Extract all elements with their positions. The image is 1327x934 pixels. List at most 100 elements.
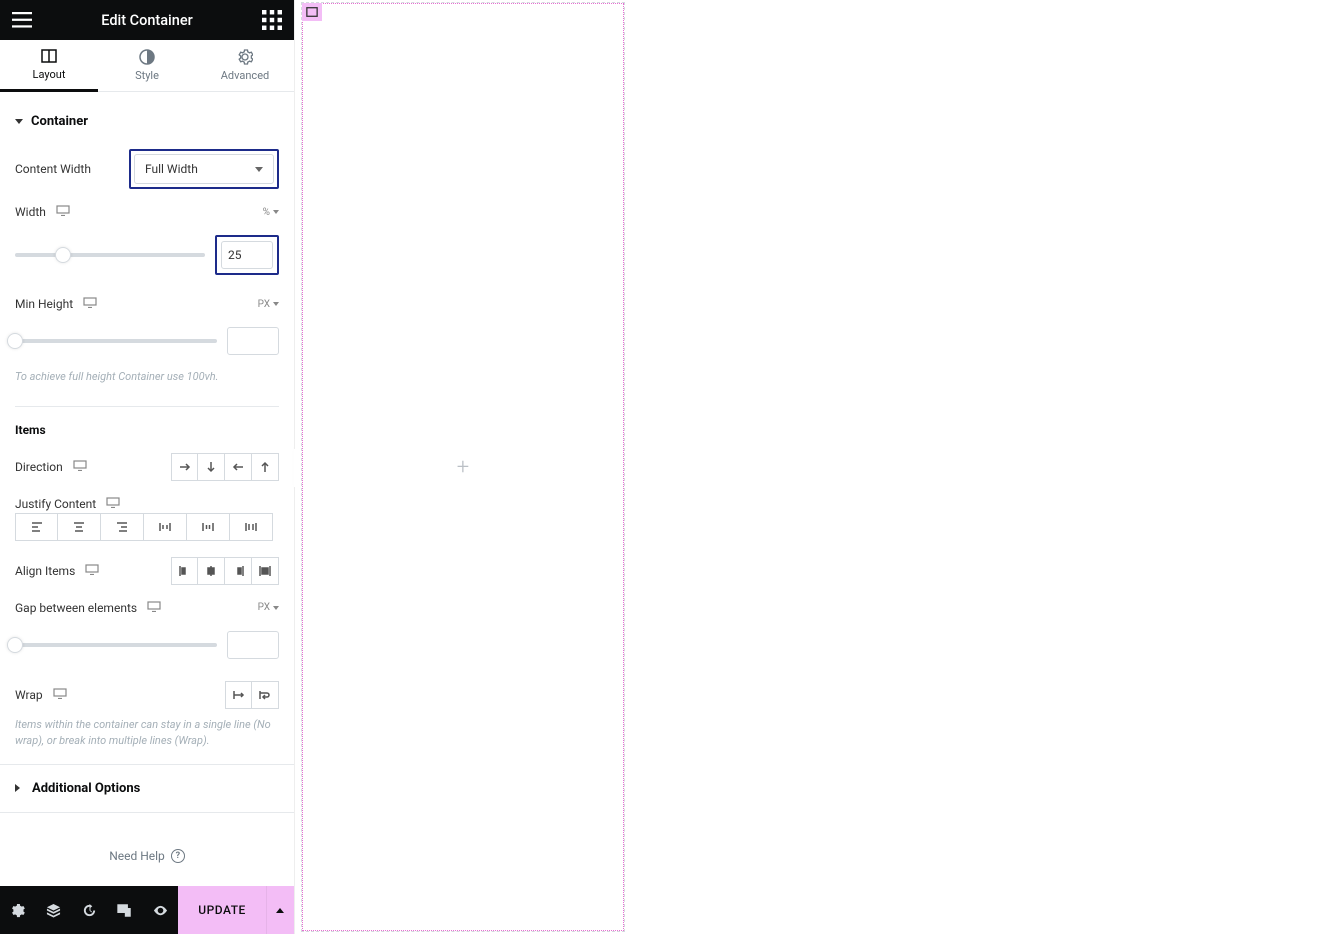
unit-value: PX [258, 299, 270, 310]
label-content-width: Content Width [15, 162, 91, 176]
chevron-down-icon [273, 210, 279, 214]
justify-end[interactable] [101, 513, 144, 541]
section-container[interactable]: Container [15, 92, 279, 141]
group-align [171, 557, 279, 585]
row-gap: Gap between elements PX [15, 593, 279, 623]
help-label: Need Help [109, 849, 165, 863]
slider-thumb[interactable] [7, 333, 23, 349]
justify-around[interactable] [187, 513, 230, 541]
tab-label: Layout [33, 68, 66, 81]
label-wrap: Wrap [15, 688, 43, 702]
align-end[interactable] [225, 557, 252, 585]
slider-thumb[interactable] [7, 637, 23, 653]
direction-row[interactable] [171, 453, 198, 481]
editor-canvas[interactable]: + [295, 0, 1327, 934]
editor-panel: Edit Container Layout Style Advanced Con… [0, 0, 295, 934]
group-justify [15, 513, 273, 541]
row-width: Width % [15, 197, 279, 227]
container-handle[interactable] [302, 3, 322, 21]
section-title: Additional Options [32, 781, 140, 796]
add-widget-button[interactable]: + [457, 455, 469, 480]
chevron-down-icon [273, 606, 279, 610]
panel-title: Edit Container [32, 12, 262, 29]
label-min-height: Min Height [15, 297, 73, 311]
wrap-nowrap[interactable] [225, 681, 252, 709]
label-direction: Direction [15, 460, 63, 474]
tab-label: Advanced [221, 69, 269, 82]
justify-between[interactable] [144, 513, 187, 541]
align-stretch[interactable] [252, 557, 279, 585]
panel-header: Edit Container [0, 0, 294, 40]
unit-min-height[interactable]: PX [258, 299, 279, 310]
unit-gap[interactable]: PX [258, 602, 279, 613]
chevron-down-icon [273, 302, 279, 306]
update-label: UPDATE [198, 903, 246, 917]
label-width: Width [15, 205, 46, 219]
slider-gap[interactable] [15, 643, 217, 647]
direction-row-reverse[interactable] [225, 453, 252, 481]
update-button[interactable]: UPDATE [178, 886, 266, 934]
caret-right-icon [15, 784, 24, 792]
panel-tabs: Layout Style Advanced [0, 40, 294, 92]
direction-column-reverse[interactable] [252, 453, 279, 481]
container-element[interactable]: + [302, 3, 624, 931]
desktop-icon[interactable] [83, 297, 97, 311]
tab-advanced[interactable]: Advanced [196, 40, 294, 91]
unit-width[interactable]: % [263, 207, 279, 218]
preview-icon[interactable] [143, 886, 179, 934]
highlight-content-width: Full Width [129, 149, 279, 189]
align-center[interactable] [198, 557, 225, 585]
wrap-wrap[interactable] [252, 681, 279, 709]
desktop-icon[interactable] [106, 497, 120, 511]
select-value: Full Width [145, 162, 198, 176]
input-width[interactable] [221, 241, 273, 269]
group-direction [171, 453, 279, 481]
tab-layout[interactable]: Layout [0, 40, 98, 92]
slider-width[interactable] [15, 253, 205, 257]
navigator-icon[interactable] [36, 886, 72, 934]
row-direction: Direction [15, 445, 279, 489]
slider-thumb[interactable] [55, 247, 71, 263]
row-wrap: Wrap [15, 673, 279, 717]
input-min-height[interactable] [227, 327, 279, 355]
select-content-width[interactable]: Full Width [134, 154, 274, 184]
align-start[interactable] [171, 557, 198, 585]
help-link[interactable]: Need Help ? [15, 813, 279, 863]
unit-value: PX [258, 602, 270, 613]
tab-style[interactable]: Style [98, 40, 196, 91]
desktop-icon[interactable] [56, 205, 70, 219]
section-additional[interactable]: Additional Options [0, 765, 294, 813]
panel-footer: UPDATE [0, 886, 294, 934]
row-min-height: Min Height PX [15, 289, 279, 319]
caret-down-icon [15, 119, 23, 124]
desktop-icon[interactable] [53, 688, 67, 702]
highlight-width-input [215, 235, 279, 275]
menu-icon[interactable] [12, 10, 32, 30]
chevron-up-icon [276, 908, 284, 913]
update-options-button[interactable] [266, 886, 294, 934]
desktop-icon[interactable] [85, 564, 99, 578]
slider-row-width [15, 227, 279, 289]
group-wrap [225, 681, 279, 709]
history-icon[interactable] [71, 886, 107, 934]
hint-wrap: Items within the container can stay in a… [15, 717, 279, 764]
label-align: Align Items [15, 564, 75, 578]
row-justify: Justify Content [15, 489, 279, 513]
hint-min-height: To achieve full height Container use 100… [15, 369, 279, 400]
responsive-icon[interactable] [107, 886, 143, 934]
label-justify: Justify Content [15, 497, 96, 511]
direction-column[interactable] [198, 453, 225, 481]
desktop-icon[interactable] [73, 460, 87, 474]
widgets-icon[interactable] [262, 10, 282, 30]
desktop-icon[interactable] [147, 601, 161, 615]
controls-scroll[interactable]: Container Content Width Full Width Width… [0, 92, 294, 886]
justify-center[interactable] [58, 513, 101, 541]
justify-start[interactable] [15, 513, 58, 541]
subsection-items: Items [15, 407, 279, 445]
slider-min-height[interactable] [15, 339, 217, 343]
section-title: Container [31, 114, 88, 129]
justify-evenly[interactable] [230, 513, 273, 541]
row-align: Align Items [15, 549, 279, 593]
settings-icon[interactable] [0, 886, 36, 934]
input-gap[interactable] [227, 631, 279, 659]
